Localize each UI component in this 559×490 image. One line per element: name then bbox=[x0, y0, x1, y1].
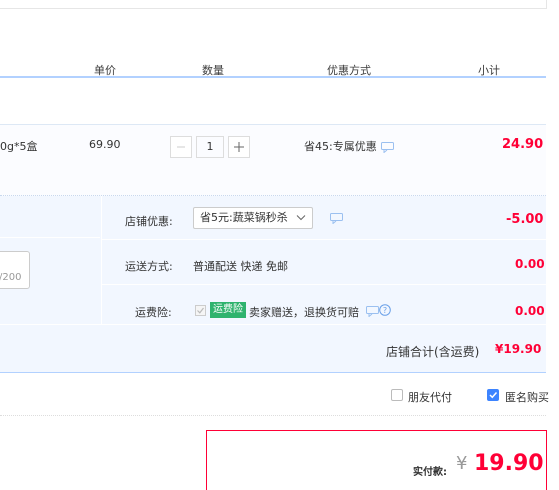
shop-total-value: ¥19.90 bbox=[495, 342, 542, 356]
decrease-button[interactable] bbox=[170, 136, 192, 158]
top-container bbox=[0, 0, 547, 9]
insurance-checkbox[interactable] bbox=[195, 305, 206, 316]
insurance-label: 运费险: bbox=[135, 306, 172, 319]
shipping-amount: 0.00 bbox=[515, 257, 545, 271]
insurance-amount: 0.00 bbox=[515, 304, 545, 318]
chat-icon[interactable] bbox=[381, 142, 394, 153]
plus-icon bbox=[234, 142, 244, 152]
currency-symbol: ¥ bbox=[456, 453, 468, 474]
item-discount: 省45:专属优惠 bbox=[304, 140, 377, 153]
shipping-value: 普通配送 快递 免邮 bbox=[193, 260, 288, 273]
item-subtotal: 24.90 bbox=[502, 137, 544, 152]
header-divider bbox=[0, 76, 546, 78]
friend-pay-label[interactable]: 朋友代付 bbox=[408, 389, 452, 405]
memo-input[interactable]: /200 bbox=[0, 251, 30, 289]
shop-discount-value: 省5元:蔬菜锅秒杀 bbox=[200, 211, 288, 224]
actual-pay-value: 19.90 bbox=[474, 451, 544, 476]
shop-discount-amount: -5.00 bbox=[506, 212, 544, 227]
anonymous-checkbox[interactable] bbox=[487, 389, 499, 401]
quantity-stepper: 1 bbox=[170, 136, 250, 158]
shipping-label: 运送方式: bbox=[125, 260, 173, 273]
chat-icon[interactable] bbox=[366, 306, 379, 317]
friend-pay-checkbox[interactable] bbox=[391, 389, 403, 401]
checkmark-icon bbox=[197, 307, 204, 314]
memo-area: /200 bbox=[0, 196, 102, 324]
checkmark-icon bbox=[489, 392, 498, 399]
actual-pay-label: 实付款: bbox=[413, 467, 447, 478]
help-icon[interactable]: ? bbox=[379, 304, 391, 316]
item-unit-price: 69.90 bbox=[89, 138, 121, 151]
svg-text:?: ? bbox=[383, 306, 387, 315]
shop-total-label: 店铺合计(含运费) bbox=[386, 345, 480, 359]
quantity-input[interactable]: 1 bbox=[196, 136, 224, 158]
item-name[interactable]: 0g*5盒 bbox=[0, 138, 37, 154]
shop-discount-label: 店铺优惠: bbox=[125, 215, 173, 228]
chevron-down-icon bbox=[296, 215, 306, 221]
memo-counter: /200 bbox=[0, 272, 22, 283]
increase-button[interactable] bbox=[228, 136, 250, 158]
chat-icon[interactable] bbox=[330, 213, 343, 224]
anonymous-label[interactable]: 匿名购买 bbox=[505, 389, 549, 405]
minus-icon bbox=[177, 146, 185, 148]
insurance-text: 卖家赠送，退换货可赔 bbox=[249, 306, 359, 319]
payment-summary: 实付款: ¥ 19.90 bbox=[206, 430, 547, 490]
item-row: 0g*5盒 69.90 1 省45:专属优惠 24.90 bbox=[0, 124, 546, 196]
shop-discount-select[interactable]: 省5元:蔬菜锅秒杀 bbox=[193, 207, 313, 229]
insurance-badge: 运费险 bbox=[210, 302, 246, 318]
